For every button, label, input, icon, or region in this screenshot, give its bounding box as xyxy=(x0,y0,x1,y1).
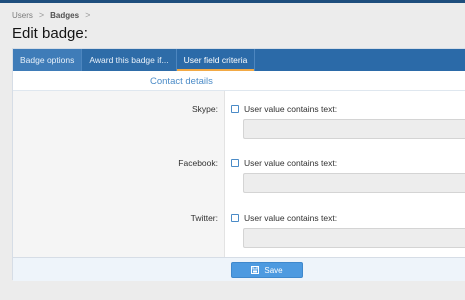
twitter-checkbox[interactable] xyxy=(231,214,239,222)
edit-badge-panel: Badge options Award this badge if... Use… xyxy=(12,48,465,281)
facebook-checkbox-label[interactable]: User value contains text: xyxy=(244,158,337,168)
save-icon xyxy=(251,266,260,274)
tab-user-field-criteria[interactable]: User field criteria xyxy=(176,49,256,71)
save-button-label: Save xyxy=(264,265,283,275)
field-label-twitter: Twitter: xyxy=(190,213,218,223)
form-footer: Save xyxy=(13,257,465,281)
section-title: Contact details xyxy=(150,76,213,87)
chevron-right-icon: > xyxy=(85,10,91,20)
page-title: Edit badge: xyxy=(12,25,88,42)
skype-checkbox[interactable] xyxy=(231,105,239,113)
chevron-right-icon: > xyxy=(38,10,45,20)
top-bar xyxy=(0,0,465,3)
section-header: Contact details xyxy=(13,71,465,91)
field-label-facebook: Facebook: xyxy=(178,158,218,168)
breadcrumb-item-users[interactable]: Users xyxy=(12,11,33,20)
twitter-checkbox-label[interactable]: User value contains text: xyxy=(244,213,337,223)
tab-badge-options[interactable]: Badge options xyxy=(13,49,83,71)
tab-bar: Badge options Award this badge if... Use… xyxy=(13,49,465,71)
facebook-checkbox[interactable] xyxy=(231,159,239,167)
twitter-text-input[interactable] xyxy=(243,228,465,248)
tab-award-criteria[interactable]: Award this badge if... xyxy=(82,49,177,71)
field-label-skype: Skype: xyxy=(192,104,218,114)
save-button[interactable]: Save xyxy=(231,262,303,278)
breadcrumb-item-badges[interactable]: Badges xyxy=(50,11,79,20)
labels-column: Skype: Facebook: Twitter: xyxy=(13,91,225,257)
skype-checkbox-label[interactable]: User value contains text: xyxy=(244,104,337,114)
facebook-text-input[interactable] xyxy=(243,173,465,193)
breadcrumb: Users > Badges > xyxy=(12,9,96,21)
skype-text-input[interactable] xyxy=(243,119,465,139)
